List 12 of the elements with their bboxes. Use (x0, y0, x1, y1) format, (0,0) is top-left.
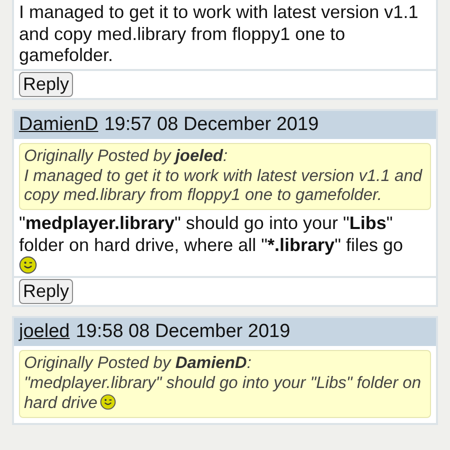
post-time: 19:57 08 December 2019 (104, 114, 319, 136)
post-text: I managed to get it to work with latest version v1.1 and copy med.library from floppy1 one to gamefolder. (19, 2, 418, 66)
quote-text: I managed to get it to work with latest version v1.1 and copy med.library from floppy1 one to gamefolder. (24, 166, 422, 204)
author-link[interactable]: DamienD (19, 114, 98, 136)
post-time: 19:58 08 December 2019 (76, 321, 290, 344)
reply-button[interactable]: Reply (19, 72, 74, 97)
reply-button[interactable]: Reply (19, 279, 74, 304)
post-text: "medplayer.library" should go into your "Libs" folder on hard drive, where all "*.library" files go (19, 213, 404, 255)
quote-attribution: Originally Posted by DamienD: (24, 354, 252, 374)
quote-text: "medplayer.library" should go into your "Libs" folder on hard drive (24, 374, 422, 412)
author-link[interactable]: joeled (19, 321, 70, 344)
quote-attribution: Originally Posted by joeled: (24, 146, 229, 167)
